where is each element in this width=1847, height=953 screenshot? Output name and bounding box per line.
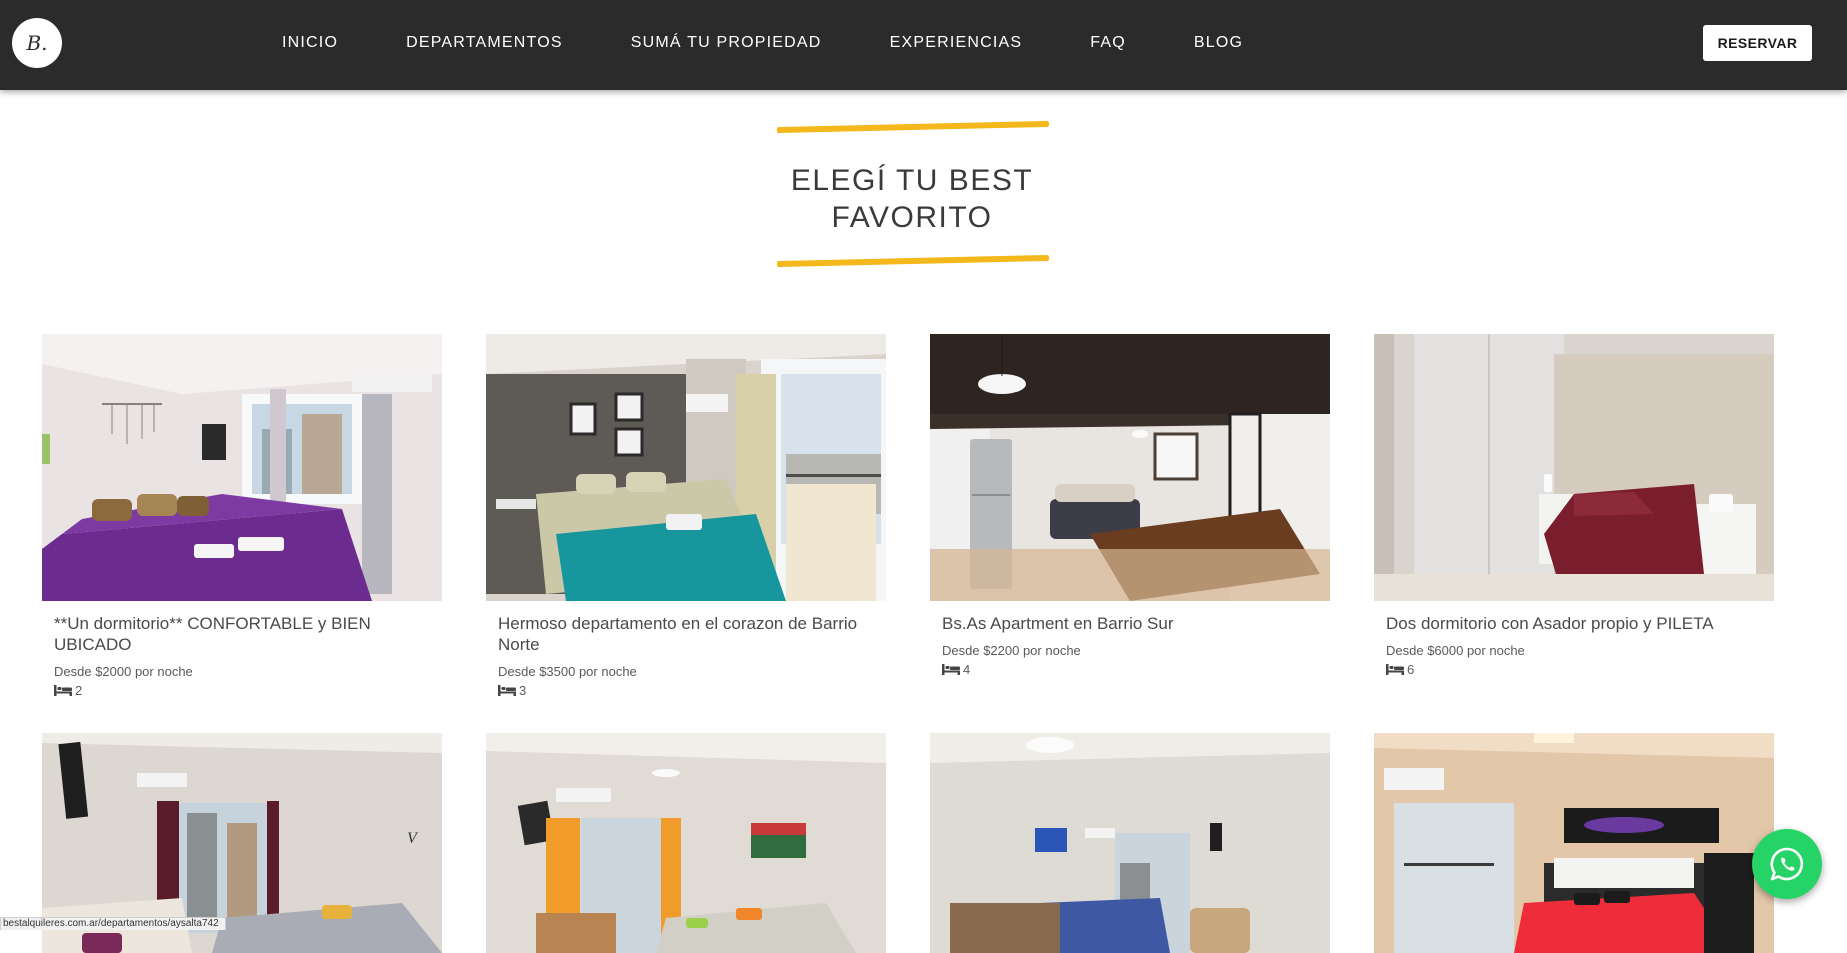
listing-photo-image bbox=[1374, 334, 1774, 601]
listing-title[interactable]: Bs.As Apartment en Barrio Sur bbox=[942, 613, 1318, 634]
bed-count: 4 bbox=[963, 662, 971, 677]
listing-photo[interactable] bbox=[486, 733, 886, 953]
listing-title[interactable]: Hermoso departamento en el corazon de Ba… bbox=[498, 613, 874, 655]
whatsapp-icon bbox=[1770, 847, 1804, 881]
listing-card[interactable] bbox=[486, 733, 886, 953]
bed-icon bbox=[498, 685, 516, 696]
reserve-button[interactable]: RESERVAR bbox=[1703, 25, 1812, 61]
nav-item-departamentos[interactable]: DEPARTAMENTOS bbox=[406, 34, 563, 52]
listing-photo-image bbox=[42, 334, 442, 601]
main-menu: INICIO DEPARTAMENTOS SUMÁ TU PROPIEDAD E… bbox=[282, 0, 1311, 86]
nav-item-suma-tu-propiedad[interactable]: SUMÁ TU PROPIEDAD bbox=[631, 34, 822, 52]
brand-logo[interactable]: B. bbox=[12, 18, 62, 68]
listing-price: Desde $2200 por noche bbox=[942, 643, 1081, 658]
bed-count: 6 bbox=[1407, 662, 1415, 677]
nav-item-faq[interactable]: FAQ bbox=[1090, 34, 1126, 52]
nav-item-blog[interactable]: BLOG bbox=[1194, 34, 1243, 52]
listing-photo-image bbox=[930, 334, 1330, 601]
listing-photo-image bbox=[1374, 733, 1774, 953]
listing-title[interactable]: **Un dormitorio** CONFORTABLE y BIEN UBI… bbox=[54, 613, 430, 655]
listing-card[interactable] bbox=[930, 733, 1330, 953]
listing-beds: 2 bbox=[54, 683, 430, 698]
nav-item-inicio[interactable]: INICIO bbox=[282, 34, 338, 52]
listing-photo-image bbox=[930, 733, 1330, 953]
listing-photo[interactable] bbox=[1374, 334, 1774, 601]
bed-count: 3 bbox=[519, 683, 527, 698]
listing-card[interactable]: Bs.As Apartment en Barrio Sur Desde $220… bbox=[930, 334, 1330, 677]
section-title-line1: ELEGÍ TU BEST bbox=[790, 164, 1034, 197]
listing-beds: 4 bbox=[942, 662, 1318, 677]
listing-photo-image bbox=[486, 334, 886, 601]
listing-price: Desde $3500 por noche bbox=[498, 664, 637, 679]
bed-icon bbox=[1386, 664, 1404, 675]
heading-accent-top bbox=[776, 120, 1050, 134]
listing-card[interactable]: Hermoso departamento en el corazon de Ba… bbox=[486, 334, 886, 698]
listing-photo[interactable] bbox=[930, 733, 1330, 953]
listing-price: Desde $6000 por noche bbox=[1386, 643, 1525, 658]
section-title: ELEGÍ TU BEST FAVORITO bbox=[724, 162, 1100, 236]
listing-card[interactable]: Dos dormitorio con Asador propio y PILET… bbox=[1374, 334, 1774, 677]
listing-price: Desde $2000 por noche bbox=[54, 664, 193, 679]
heading-accent-bottom bbox=[776, 254, 1050, 268]
listing-photo[interactable] bbox=[1374, 733, 1774, 953]
nav-item-experiencias[interactable]: EXPERIENCIAS bbox=[890, 34, 1023, 52]
status-bar-url: bestalquileres.com.ar/departamentos/aysa… bbox=[0, 917, 226, 930]
listing-photo[interactable] bbox=[486, 334, 886, 601]
top-navbar: B. INICIO DEPARTAMENTOS SUMÁ TU PROPIEDA… bbox=[0, 0, 1847, 90]
bed-count: 2 bbox=[75, 683, 83, 698]
bed-icon bbox=[54, 685, 72, 696]
listing-photo[interactable] bbox=[930, 334, 1330, 601]
listing-card[interactable]: **Un dormitorio** CONFORTABLE y BIEN UBI… bbox=[42, 334, 442, 698]
listing-beds: 6 bbox=[1386, 662, 1762, 677]
listing-photo[interactable] bbox=[42, 334, 442, 601]
bed-icon bbox=[942, 664, 960, 675]
listing-title[interactable]: Dos dormitorio con Asador propio y PILET… bbox=[1386, 613, 1762, 634]
section-title-line2: FAVORITO bbox=[831, 201, 993, 234]
whatsapp-button[interactable] bbox=[1752, 829, 1822, 899]
listing-photo-image bbox=[486, 733, 886, 953]
listing-beds: 3 bbox=[498, 683, 874, 698]
listing-card[interactable] bbox=[1374, 733, 1774, 953]
